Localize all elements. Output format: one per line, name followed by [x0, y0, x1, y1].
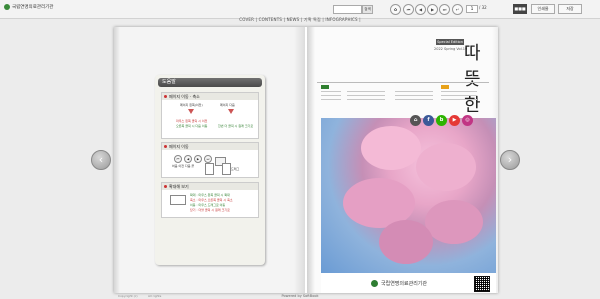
org-logo-icon: [371, 280, 378, 287]
page-number-input[interactable]: 1: [466, 5, 478, 13]
help-text: 닫기 : 더블 클릭 시 원래 크기로: [190, 208, 230, 212]
category-tag: [321, 85, 329, 89]
contents-line: [347, 99, 385, 100]
help-section-page-move: 페이지 이동 ⏮ ◀ ▶ ⏭ 처음 이전 다음 끝 드래그: [161, 142, 259, 178]
prev-spread-arrow-icon[interactable]: ‹: [91, 150, 111, 170]
org-name: 국립연명의료관리기관: [12, 5, 54, 10]
divider: [317, 82, 489, 83]
mouse-pointer-icon: [188, 109, 194, 114]
contents-line: [395, 99, 433, 100]
first-icon: ⏮: [174, 155, 182, 163]
help-text: 확대 : 마우스 왼쪽 클릭 시 확대: [190, 193, 230, 197]
contents-line: [395, 95, 433, 96]
category-tag: [441, 85, 449, 89]
right-page-cover[interactable]: Special Edition 2022 Spring Vol.19 따뜻한 동…: [307, 27, 498, 293]
contents-line: [321, 95, 341, 96]
prev-icon: ◀: [184, 155, 192, 163]
next-page-icon[interactable]: ▶: [427, 4, 438, 15]
cover-org-name: 국립연명의료관리기관: [381, 281, 428, 287]
contents-line: [441, 95, 477, 96]
save-button[interactable]: 저장: [558, 4, 582, 14]
contents-line: [321, 99, 341, 100]
cherry-blossom-photo: [321, 118, 496, 273]
powered-by[interactable]: Powered by SoftBook: [0, 294, 600, 298]
help-text: 마우스 왼쪽 클릭 시 이전: [176, 119, 208, 123]
org-brand[interactable]: 국립연명의료관리기관: [4, 4, 53, 10]
search-input[interactable]: [333, 5, 362, 14]
instagram-icon[interactable]: ◎: [462, 115, 473, 126]
bottom-bar: Copyright (c) All rights Powered by Soft…: [0, 294, 600, 299]
org-logo-icon: [4, 4, 10, 10]
bullet-icon: [164, 95, 167, 98]
help-section-navigation: 페이지 이동 · 축소 페이지 왼쪽(이전) 페이지 다음 마우스 왼쪽 클릭 …: [161, 92, 259, 139]
help-section-header: 확대해 보기: [162, 183, 258, 190]
help-section-zoom: 확대해 보기 확대 : 마우스 왼쪽 클릭 시 확대 축소 : 마우스 오른쪽 …: [161, 182, 259, 218]
edition-subtitle: 2022 Spring Vol.19: [434, 47, 468, 51]
bullet-icon: [164, 145, 167, 148]
next-spread-arrow-icon[interactable]: ›: [500, 150, 520, 170]
page-thumbnail-icon: [205, 163, 214, 175]
contents-line: [441, 91, 477, 92]
left-page[interactable]: 도움말 페이지 이동 · 축소 페이지 왼쪽(이전) 페이지 다음 마우스 왼쪽…: [114, 27, 305, 293]
mouse-pointer-icon: [228, 109, 234, 114]
help-title: 도움말: [158, 78, 262, 87]
home-icon[interactable]: ⌂: [410, 115, 421, 126]
print-button[interactable]: 인쇄물: [531, 4, 555, 14]
top-menu[interactable]: COVER | CONTENTS | NEWS | 기획 특집 | INFOGR…: [0, 17, 600, 23]
view-mode-toggle[interactable]: ■■■: [513, 4, 527, 14]
help-section-header: 페이지 이동: [162, 143, 258, 150]
help-text: 페이지 다음: [220, 103, 235, 107]
youtube-icon[interactable]: ▶: [449, 115, 460, 126]
next-icon: ▶: [194, 155, 202, 163]
help-section-header: 페이지 이동 · 축소: [162, 93, 258, 100]
contents-line: [441, 99, 477, 100]
facebook-icon[interactable]: f: [423, 115, 434, 126]
last-icon: ⏭: [204, 155, 212, 163]
blog-icon[interactable]: b: [436, 115, 447, 126]
qr-code: [474, 276, 490, 292]
help-text: 오른쪽 클릭 시 다음 이동: [176, 124, 208, 128]
edition-tag: Special Edition: [436, 39, 464, 45]
contents-line: [395, 91, 433, 92]
search-button[interactable]: 검색: [362, 5, 373, 14]
zoom-preview-icon: [170, 195, 186, 205]
help-text: 이동 : 마우스 드래그로 이동: [190, 203, 226, 207]
contents-line: [347, 95, 385, 96]
page-thumbnail-icon: [222, 163, 231, 175]
bullet-icon: [164, 185, 167, 188]
help-text: 한번 더 클릭 시 원래 크기로: [218, 124, 254, 128]
contents-line: [347, 91, 385, 92]
help-text: 처음 이전 다음 끝: [172, 164, 195, 168]
help-text: 드래그: [231, 167, 240, 171]
first-page-icon[interactable]: ⏮: [403, 4, 414, 15]
page-total: / 32: [479, 5, 487, 10]
help-panel: 도움말 페이지 이동 · 축소 페이지 왼쪽(이전) 페이지 다음 마우스 왼쪽…: [155, 75, 265, 265]
goto-page-icon[interactable]: ↵: [452, 4, 463, 15]
contents-line: [321, 91, 341, 92]
prev-page-icon[interactable]: ◀: [415, 4, 426, 15]
help-text: 페이지 왼쪽(이전): [180, 103, 203, 107]
help-text: 축소 : 마우스 오른쪽 클릭 시 축소: [190, 198, 233, 202]
book-spread[interactable]: 도움말 페이지 이동 · 축소 페이지 왼쪽(이전) 페이지 다음 마우스 왼쪽…: [114, 27, 498, 293]
bookmark-icon[interactable]: ✿: [390, 4, 401, 15]
last-page-icon[interactable]: ⏭: [439, 4, 450, 15]
cover-footer: 국립연명의료관리기관: [321, 273, 496, 293]
